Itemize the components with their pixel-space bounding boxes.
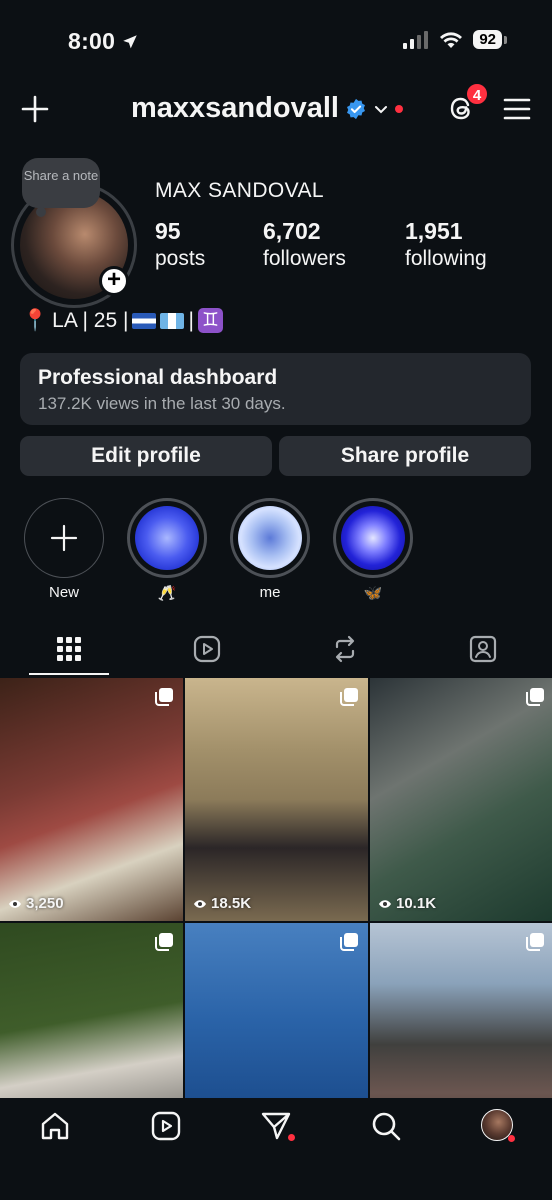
verified-badge-icon — [346, 98, 365, 119]
highlight-label: 🦋 — [363, 585, 383, 602]
time-text: 8:00 — [68, 28, 116, 54]
clock: 8:00 — [68, 28, 139, 55]
messages-dot — [288, 1134, 295, 1141]
following-stat[interactable]: 1,951 following — [405, 218, 487, 271]
highlight-cover — [238, 506, 302, 570]
reels-icon[interactable] — [150, 1110, 182, 1142]
highlight-cover-ring — [333, 498, 413, 578]
carousel-icon — [155, 933, 173, 951]
carousel-icon — [526, 688, 544, 706]
active-tab-indicator — [29, 673, 109, 675]
highlight-me[interactable]: me — [230, 498, 310, 601]
gemini-icon: ♊ — [197, 308, 223, 333]
professional-dashboard[interactable]: Professional dashboard 137.2K views in t… — [20, 353, 531, 425]
highlight-label: New — [48, 584, 79, 601]
highlight-cover — [341, 506, 405, 570]
signal-icon — [403, 30, 429, 49]
posts-grid: 3,250 18.5K 10.1K — [0, 678, 552, 1166]
create-plus-icon[interactable] — [20, 94, 50, 124]
wifi-icon — [440, 31, 463, 48]
view-count-text: 10.1K — [396, 895, 437, 912]
full-name: MAX SANDOVAL — [155, 179, 324, 202]
battery-indicator: 92 — [473, 30, 507, 49]
guatemala-flag-icon — [160, 312, 185, 329]
post-thumbnail[interactable]: 10.1K — [370, 678, 552, 921]
dashboard-subtitle: 137.2K views in the last 30 days. — [38, 394, 286, 413]
carousel-icon — [340, 933, 358, 951]
new-highlight-circle — [24, 498, 104, 578]
bio-separator: | — [188, 308, 194, 332]
view-count: 10.1K — [378, 895, 436, 912]
carousel-icon — [340, 688, 358, 706]
bottom-navigation — [0, 1098, 552, 1200]
carousel-icon — [526, 933, 544, 951]
view-count-text: 18.5K — [211, 895, 252, 912]
share-note-bubble[interactable]: Share a note — [22, 158, 100, 217]
post-thumbnail[interactable]: 3,250 — [0, 678, 183, 921]
status-bar: 8:00 92 — [0, 0, 552, 80]
reposts-tab-icon[interactable] — [330, 634, 360, 664]
dashboard-title: Professional dashboard — [38, 366, 278, 389]
following-count: 1,951 — [405, 218, 463, 244]
username-switcher[interactable]: maxxsandovall — [131, 92, 403, 125]
threads-notification-badge: 4 — [465, 82, 489, 106]
location-arrow-icon — [123, 34, 137, 48]
highlight-cover-ring — [230, 498, 310, 578]
view-count: 18.5K — [193, 895, 251, 912]
plus-icon — [50, 524, 78, 552]
tagged-tab-icon[interactable] — [468, 634, 498, 664]
post-thumbnail[interactable]: 18.5K — [185, 678, 368, 921]
view-count: 3,250 — [8, 895, 64, 912]
followers-count: 6,702 — [263, 218, 321, 244]
eye-icon — [9, 899, 21, 908]
account-dot — [394, 104, 403, 113]
following-label: following — [405, 247, 487, 270]
hamburger-menu-icon[interactable] — [503, 97, 531, 121]
el-salvador-flag-icon — [132, 312, 157, 329]
posts-count: 95 — [155, 218, 181, 244]
posts-label: posts — [155, 247, 206, 270]
home-icon[interactable] — [39, 1110, 71, 1142]
grid-tab-icon[interactable] — [54, 634, 84, 664]
search-icon[interactable] — [370, 1110, 402, 1142]
chevron-down-icon — [374, 105, 387, 113]
highlight-new[interactable]: New — [24, 498, 104, 601]
highlight-label: 🥂 — [157, 585, 177, 602]
highlight-label: me — [259, 584, 281, 601]
posts-stat[interactable]: 95 posts — [155, 218, 205, 271]
reels-tab-icon[interactable] — [192, 634, 222, 664]
highlight-cheers[interactable]: 🥂 — [127, 498, 207, 602]
highlight-cover — [135, 506, 199, 570]
followers-label: followers — [263, 247, 346, 270]
edit-profile-button[interactable]: Edit profile — [20, 436, 272, 476]
view-count-text: 3,250 — [26, 895, 64, 912]
highlight-butterfly[interactable]: 🦋 — [333, 498, 413, 602]
followers-stat[interactable]: 6,702 followers — [263, 218, 346, 271]
username: maxxsandovall — [131, 92, 339, 124]
eye-icon — [194, 899, 206, 908]
add-story-button[interactable]: + — [99, 266, 129, 296]
highlight-cover-ring — [127, 498, 207, 578]
eye-icon — [379, 899, 391, 908]
profile-dot — [508, 1135, 515, 1142]
profile-tabs — [0, 628, 552, 676]
pin-icon: 📍 — [22, 308, 49, 332]
bio-text: LA | 25 | — [52, 308, 129, 332]
carousel-icon — [155, 688, 173, 706]
bio: 📍 LA | 25 | | ♊ — [22, 308, 223, 333]
share-profile-button[interactable]: Share profile — [279, 436, 531, 476]
